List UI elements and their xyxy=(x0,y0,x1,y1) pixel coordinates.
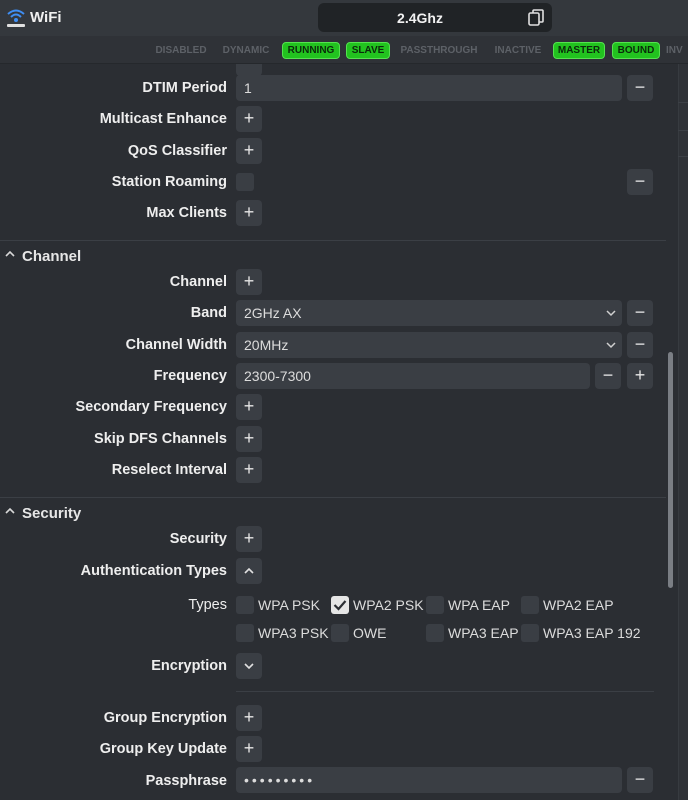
flag-passthrough: PASSTHROUGH xyxy=(400,45,478,56)
max-clients-label: Max Clients xyxy=(146,205,227,221)
encryption-divider xyxy=(236,691,654,692)
frequency-add-button[interactable]: + xyxy=(627,363,653,389)
wpa2-psk-label: WPA2 PSK xyxy=(353,597,424,613)
band-value: 2GHz AX xyxy=(244,305,302,321)
max-clients-add-button[interactable]: + xyxy=(236,200,262,226)
channel-add-button[interactable]: + xyxy=(236,269,262,295)
wpa-psk-checkbox[interactable] xyxy=(236,596,254,614)
owe-label: OWE xyxy=(353,625,387,641)
types-label: Types xyxy=(188,597,227,613)
qos-classifier-add-button[interactable]: + xyxy=(236,138,262,164)
skip-dfs-add-button[interactable]: + xyxy=(236,426,262,452)
auth-types-label: Authentication Types xyxy=(80,563,227,579)
chevron-up-icon xyxy=(244,567,254,574)
wifi-icon xyxy=(7,9,25,27)
flag-dynamic: DYNAMIC xyxy=(222,45,270,56)
wpa2-psk-checkbox[interactable] xyxy=(331,596,349,614)
status-flags-bar: DISABLED DYNAMIC RUNNING SLAVE PASSTHROU… xyxy=(0,36,688,64)
security-label: Security xyxy=(169,531,227,547)
multicast-enhance-add-button[interactable]: + xyxy=(236,106,262,132)
checkmark-icon xyxy=(333,600,347,611)
channel-section-title: Channel xyxy=(22,248,82,265)
dtim-period-label: DTIM Period xyxy=(142,80,227,96)
station-roaming-label: Station Roaming xyxy=(111,174,227,190)
security-add-button[interactable]: + xyxy=(236,526,262,552)
wpa3-eap-192-checkbox[interactable] xyxy=(521,624,539,642)
multicast-enhance-label: Multicast Enhance xyxy=(99,111,227,127)
scrollbar-thumb[interactable] xyxy=(668,352,673,588)
wpa-eap-label: WPA EAP xyxy=(448,597,510,613)
owe-checkbox[interactable] xyxy=(331,624,349,642)
security-section-title: Security xyxy=(22,505,82,522)
channel-label: Channel xyxy=(169,274,227,290)
flag-slave: SLAVE xyxy=(346,42,390,59)
band-select[interactable]: 2GHz AX xyxy=(236,300,622,326)
band-label: Band xyxy=(190,305,227,321)
title-bar: WiFi 2.4Ghz xyxy=(0,0,688,36)
rail-divider xyxy=(678,156,688,157)
reselect-interval-label: Reselect Interval xyxy=(111,462,227,478)
secondary-frequency-label: Secondary Frequency xyxy=(75,399,228,415)
copy-icon[interactable] xyxy=(528,9,544,26)
frequency-label: Frequency xyxy=(153,368,227,384)
wpa-eap-checkbox[interactable] xyxy=(426,596,444,614)
group-encryption-add-button[interactable]: + xyxy=(236,705,262,731)
flag-inactive: INACTIVE xyxy=(494,45,542,56)
flag-disabled: DISABLED xyxy=(155,45,207,56)
wpa3-eap-checkbox[interactable] xyxy=(426,624,444,642)
wpa2-eap-checkbox[interactable] xyxy=(521,596,539,614)
security-section-header[interactable]: Security xyxy=(0,497,666,527)
station-roaming-remove-button[interactable]: − xyxy=(627,169,653,195)
group-key-update-add-button[interactable]: + xyxy=(236,736,262,762)
frequency-input[interactable]: 2300-7300 xyxy=(236,363,590,389)
chevron-down-icon xyxy=(244,663,254,670)
chevron-down-icon xyxy=(606,310,616,317)
flag-invalid: INV xyxy=(666,45,683,56)
passphrase-remove-button[interactable]: − xyxy=(627,767,653,793)
auth-types-collapse-button[interactable] xyxy=(236,558,262,584)
channel-width-label: Channel Width xyxy=(125,337,227,353)
secondary-frequency-add-button[interactable]: + xyxy=(236,394,262,420)
settings-form: DTIM Period 1 − Multicast Enhance + QoS … xyxy=(0,64,688,800)
wpa3-psk-label: WPA3 PSK xyxy=(258,625,329,641)
passphrase-label: Passphrase xyxy=(145,773,227,789)
reselect-interval-add-button[interactable]: + xyxy=(236,457,262,483)
channel-width-value: 20MHz xyxy=(244,337,289,353)
group-encryption-label: Group Encryption xyxy=(103,710,227,726)
encryption-label: Encryption xyxy=(151,658,227,674)
flag-bound: BOUND xyxy=(612,42,660,59)
wpa2-eap-label: WPA2 EAP xyxy=(543,597,614,613)
wpa3-eap-label: WPA3 EAP xyxy=(448,625,519,641)
right-rail xyxy=(678,64,688,800)
chevron-up-icon xyxy=(5,250,15,257)
flag-master: MASTER xyxy=(553,42,605,59)
passphrase-input[interactable]: ••••••••• xyxy=(236,767,622,793)
app-title: WiFi xyxy=(30,9,62,26)
qos-classifier-label: QoS Classifier xyxy=(127,143,227,159)
channel-section-header[interactable]: Channel xyxy=(0,240,666,270)
channel-width-select[interactable]: 20MHz xyxy=(236,332,622,358)
dtim-period-input[interactable]: 1 xyxy=(236,75,622,101)
skip-dfs-label: Skip DFS Channels xyxy=(94,431,227,447)
chevron-down-icon xyxy=(606,342,616,349)
station-roaming-checkbox[interactable] xyxy=(236,173,254,191)
channel-width-remove-button[interactable]: − xyxy=(627,332,653,358)
rail-divider xyxy=(678,102,688,103)
frequency-remove-button[interactable]: − xyxy=(595,363,621,389)
wpa3-psk-checkbox[interactable] xyxy=(236,624,254,642)
chevron-up-icon xyxy=(5,507,15,514)
rail-divider xyxy=(678,130,688,131)
flag-running: RUNNING xyxy=(282,42,340,59)
band-remove-button[interactable]: − xyxy=(627,300,653,326)
interface-name-field[interactable]: 2.4Ghz xyxy=(318,3,552,32)
interface-name: 2.4Ghz xyxy=(397,10,443,26)
dtim-period-remove-button[interactable]: − xyxy=(627,75,653,101)
encryption-expand-button[interactable] xyxy=(236,653,262,679)
wpa3-eap-192-label: WPA3 EAP 192 xyxy=(543,625,641,641)
wpa-psk-label: WPA PSK xyxy=(258,597,320,613)
group-key-update-label: Group Key Update xyxy=(99,741,227,757)
